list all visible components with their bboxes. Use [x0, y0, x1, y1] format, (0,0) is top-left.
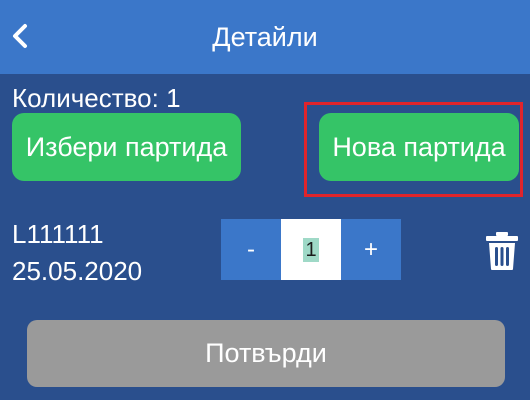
increment-button[interactable]: +: [341, 219, 401, 280]
confirm-button[interactable]: Потвърди: [27, 320, 505, 387]
batch-date: 25.05.2020: [12, 256, 143, 286]
delete-batch-button[interactable]: [484, 231, 520, 271]
page-title: Детайли: [212, 22, 318, 52]
app-header: Детайли: [0, 0, 530, 74]
trash-icon: [486, 232, 518, 270]
select-batch-button[interactable]: Избери партида: [12, 113, 241, 181]
quantity-stepper: - 1 +: [221, 219, 401, 280]
new-batch-button[interactable]: Нова партида: [319, 113, 519, 181]
quantity-input[interactable]: 1: [281, 219, 341, 280]
quantity-value: 1: [303, 237, 319, 262]
quantity-label: Количество: 1: [12, 83, 181, 113]
decrement-button[interactable]: -: [221, 219, 281, 280]
batch-code: L111111: [12, 219, 104, 249]
